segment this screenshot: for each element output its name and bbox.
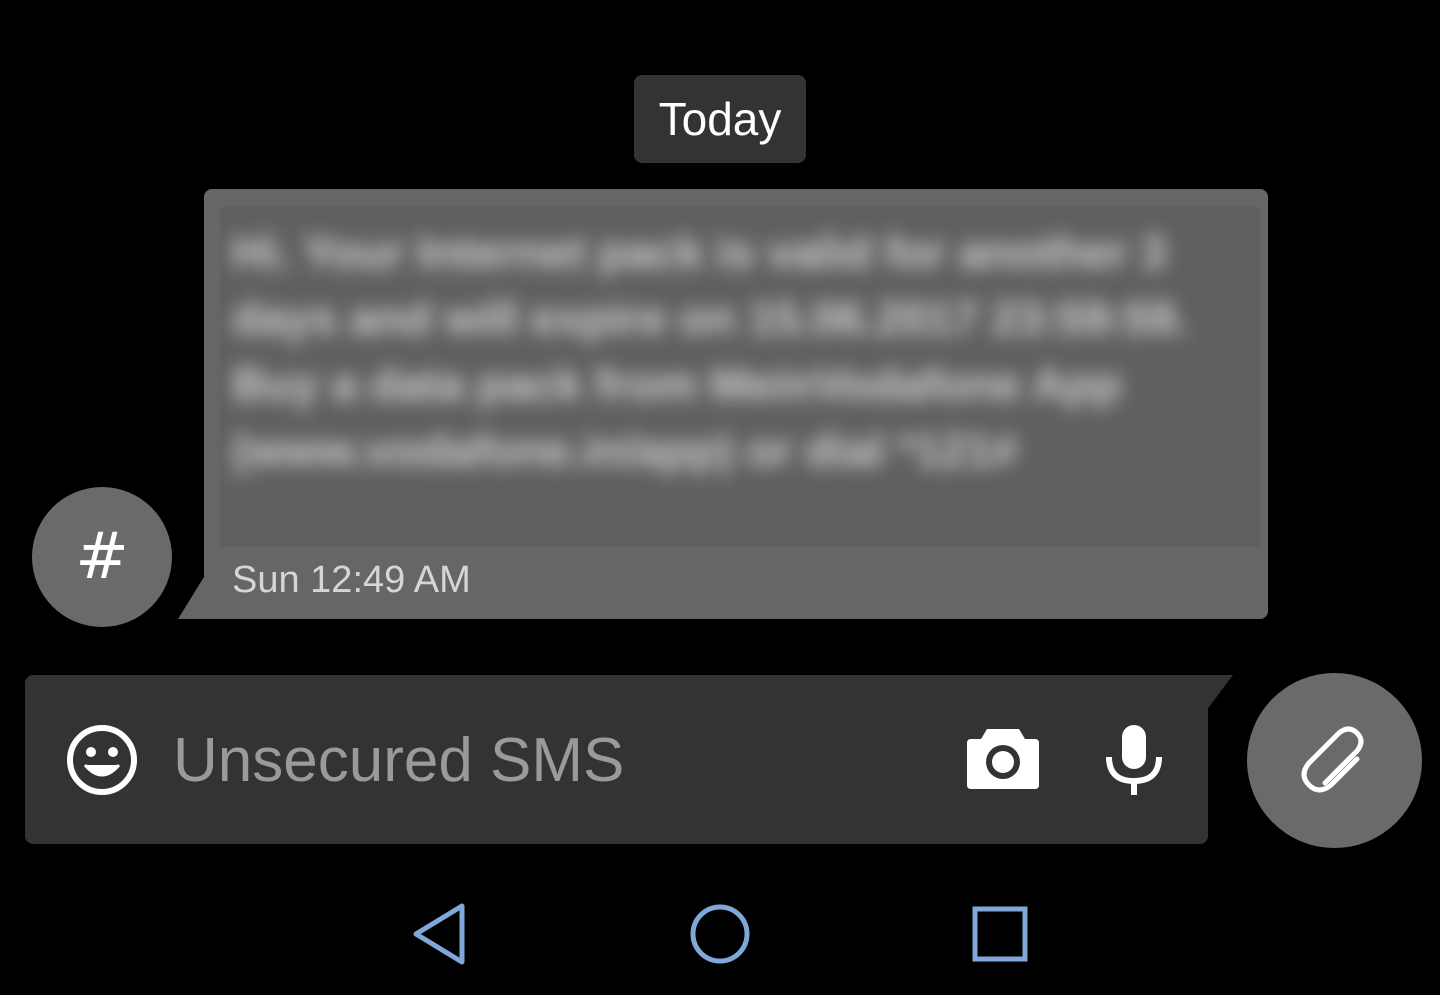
message-text: Hi. Your Internet pack is valid for anot… [232,226,1189,476]
back-icon[interactable] [408,902,472,966]
compose-bar [25,675,1208,844]
message-input[interactable] [173,715,933,805]
avatar-glyph: # [75,520,129,594]
paperclip-icon [1301,726,1363,792]
navigation-bar [0,870,1440,995]
date-divider-label: Today [658,93,782,145]
attach-button[interactable] [1247,673,1422,848]
message-body: Hi. Your Internet pack is valid for anot… [220,207,1260,547]
recents-icon[interactable] [968,902,1032,966]
message-timestamp: Sun 12:49 AM [232,559,471,601]
home-icon[interactable] [688,902,752,966]
compose-bar-tail [1200,675,1233,719]
emoji-icon[interactable] [65,723,139,797]
microphone-icon[interactable] [1099,723,1169,797]
sender-avatar[interactable]: # [32,487,172,627]
camera-icon[interactable] [965,723,1041,793]
message-bubble[interactable]: Hi. Your Internet pack is valid for anot… [204,189,1268,619]
date-divider: Today [634,75,806,163]
